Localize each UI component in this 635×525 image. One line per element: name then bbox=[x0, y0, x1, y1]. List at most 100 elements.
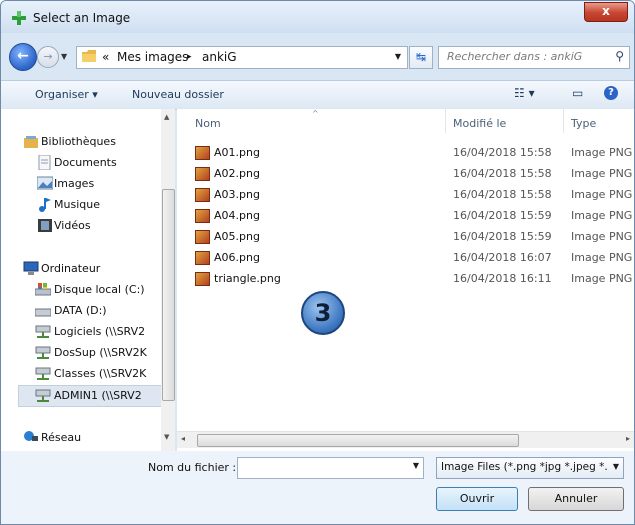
file-date: 16/04/2018 15:59 bbox=[453, 230, 552, 243]
file-list-horizontal-scrollbar[interactable]: ◂ ▸ bbox=[177, 431, 634, 448]
nav-label: ADMIN1 (\\SRV2 bbox=[54, 389, 142, 402]
nav-item-network-drive-dossup[interactable]: DosSup (\\SRV2K bbox=[1, 343, 161, 363]
back-button[interactable]: ← bbox=[9, 43, 37, 71]
file-row[interactable]: A05.png 16/04/2018 15:59 Image PNG bbox=[177, 226, 634, 246]
refresh-button[interactable]: ↹ bbox=[409, 46, 433, 69]
filename-label: Nom du fichier : bbox=[148, 461, 237, 474]
nav-item-images[interactable]: Images bbox=[1, 174, 161, 194]
scroll-left-icon[interactable]: ◂ bbox=[181, 434, 185, 443]
scroll-right-icon[interactable]: ▸ bbox=[626, 434, 630, 443]
scrollbar-thumb[interactable] bbox=[197, 434, 519, 447]
scrollbar-thumb[interactable] bbox=[162, 189, 175, 401]
computer-icon bbox=[23, 261, 39, 275]
png-file-icon bbox=[195, 188, 210, 202]
open-button[interactable]: Ouvrir bbox=[436, 487, 518, 511]
nav-item-documents[interactable]: Documents bbox=[1, 153, 161, 173]
filter-dropdown-icon[interactable]: ▼ bbox=[613, 462, 619, 471]
column-header-type[interactable]: Type bbox=[571, 117, 596, 130]
file-date: 16/04/2018 15:58 bbox=[453, 167, 552, 180]
open-file-dialog: Select an Image x ← → ▼ « Mes images ▸ a… bbox=[0, 0, 635, 525]
forward-button[interactable]: → bbox=[37, 46, 59, 68]
nav-label: Disque local (C:) bbox=[54, 283, 145, 296]
breadcrumb-mes-images[interactable]: Mes images bbox=[117, 50, 188, 64]
file-row[interactable]: A04.png 16/04/2018 15:59 Image PNG bbox=[177, 205, 634, 225]
column-header-name[interactable]: Nom bbox=[195, 117, 221, 130]
network-drive-icon bbox=[35, 346, 51, 359]
help-icon[interactable]: ? bbox=[604, 86, 618, 100]
nav-label: Vidéos bbox=[54, 219, 91, 232]
search-icon[interactable]: ⚲ bbox=[615, 49, 624, 63]
folder-icon bbox=[82, 50, 96, 62]
preview-pane-icon[interactable]: ▭ bbox=[572, 86, 583, 100]
file-row[interactable]: A01.png 16/04/2018 15:58 Image PNG bbox=[177, 142, 634, 162]
view-options-icon[interactable]: ☷ ▾ bbox=[514, 86, 535, 100]
network-drive-icon bbox=[35, 367, 51, 380]
file-date: 16/04/2018 15:58 bbox=[453, 146, 552, 159]
nav-label: Images bbox=[54, 177, 95, 190]
search-box[interactable]: Rechercher dans : ankiG ⚲ bbox=[438, 46, 630, 69]
file-name: A04.png bbox=[214, 209, 260, 222]
step-number-badge: 3 bbox=[301, 291, 345, 335]
recent-locations-dropdown[interactable]: ▼ bbox=[61, 52, 67, 61]
file-type: Image PNG bbox=[571, 209, 633, 222]
png-file-icon bbox=[195, 230, 210, 244]
address-dropdown-icon[interactable]: ▼ bbox=[395, 52, 401, 61]
file-type: Image PNG bbox=[571, 167, 633, 180]
breadcrumb-separator[interactable]: ▸ bbox=[187, 52, 192, 62]
nav-item-network-drive-logiciels[interactable]: Logiciels (\\SRV2 bbox=[1, 322, 161, 342]
new-folder-button[interactable]: Nouveau dossier bbox=[132, 88, 224, 101]
nav-label: DosSup (\\SRV2K bbox=[54, 346, 147, 359]
file-type: Image PNG bbox=[571, 251, 633, 264]
file-row[interactable]: triangle.png 16/04/2018 16:11 Image PNG bbox=[177, 268, 634, 288]
nav-label: DATA (D:) bbox=[54, 304, 107, 317]
nav-label: Logiciels (\\SRV2 bbox=[54, 325, 146, 338]
documents-icon bbox=[38, 155, 51, 170]
scroll-down-icon[interactable]: ▼ bbox=[164, 433, 169, 441]
cancel-button[interactable]: Annuler bbox=[528, 487, 624, 511]
scroll-up-icon[interactable]: ▲ bbox=[164, 113, 169, 121]
file-date: 16/04/2018 16:11 bbox=[453, 272, 552, 285]
sort-arrow-icon: ^ bbox=[312, 109, 319, 118]
nav-item-network-drive-admin1[interactable]: ADMIN1 (\\SRV2 bbox=[18, 385, 163, 407]
nav-item-network[interactable]: Réseau bbox=[1, 428, 161, 448]
nav-label: Documents bbox=[54, 156, 117, 169]
organize-menu[interactable]: Organiser ▾ bbox=[35, 88, 98, 101]
navigation-scrollbar[interactable]: ▲ ▼ bbox=[161, 109, 175, 451]
file-row[interactable]: A02.png 16/04/2018 15:58 Image PNG bbox=[177, 163, 634, 183]
breadcrumb-overflow[interactable]: « bbox=[102, 50, 109, 64]
file-date: 16/04/2018 15:59 bbox=[453, 209, 552, 222]
column-header-modified[interactable]: Modifié le bbox=[453, 117, 506, 130]
file-row[interactable]: A03.png 16/04/2018 15:58 Image PNG bbox=[177, 184, 634, 204]
network-drive-icon bbox=[35, 389, 51, 402]
nav-item-drive-d[interactable]: DATA (D:) bbox=[1, 301, 161, 321]
close-button[interactable]: x bbox=[584, 2, 628, 22]
nav-item-drive-c[interactable]: Disque local (C:) bbox=[1, 280, 161, 300]
column-divider[interactable] bbox=[563, 109, 564, 133]
file-type: Image PNG bbox=[571, 272, 633, 285]
filename-dropdown-icon[interactable]: ▼ bbox=[413, 461, 419, 470]
network-icon bbox=[24, 431, 38, 441]
file-name: A05.png bbox=[214, 230, 260, 243]
address-bar[interactable]: « Mes images ▸ ankiG ▼ bbox=[76, 46, 408, 69]
images-icon bbox=[37, 176, 53, 190]
file-date: 16/04/2018 15:58 bbox=[453, 188, 552, 201]
png-file-icon bbox=[195, 209, 210, 223]
breadcrumb-ankig[interactable]: ankiG bbox=[202, 50, 237, 64]
drive-icon bbox=[35, 308, 51, 317]
nav-item-videos[interactable]: Vidéos bbox=[1, 216, 161, 236]
file-type-filter[interactable]: Image Files (*.png *jpg *.jpeg *. ▼ bbox=[436, 457, 624, 479]
nav-item-network-drive-classes[interactable]: Classes (\\SRV2K bbox=[1, 364, 161, 384]
filename-field[interactable]: ▼ bbox=[237, 457, 424, 479]
title-bar[interactable]: Select an Image x bbox=[1, 1, 634, 33]
file-date: 16/04/2018 16:07 bbox=[453, 251, 552, 264]
navigation-pane: Bibliothèques Documents Images Musique V… bbox=[1, 109, 173, 451]
nav-label: Bibliothèques bbox=[41, 135, 116, 148]
nav-item-computer[interactable]: Ordinateur bbox=[1, 259, 161, 279]
file-type: Image PNG bbox=[571, 146, 633, 159]
file-row[interactable]: A06.png 16/04/2018 16:07 Image PNG bbox=[177, 247, 634, 267]
nav-item-libraries[interactable]: Bibliothèques bbox=[1, 132, 161, 152]
nav-item-music[interactable]: Musique bbox=[1, 195, 161, 215]
music-icon bbox=[39, 198, 51, 212]
window-title: Select an Image bbox=[33, 11, 131, 25]
column-divider[interactable] bbox=[445, 109, 446, 133]
